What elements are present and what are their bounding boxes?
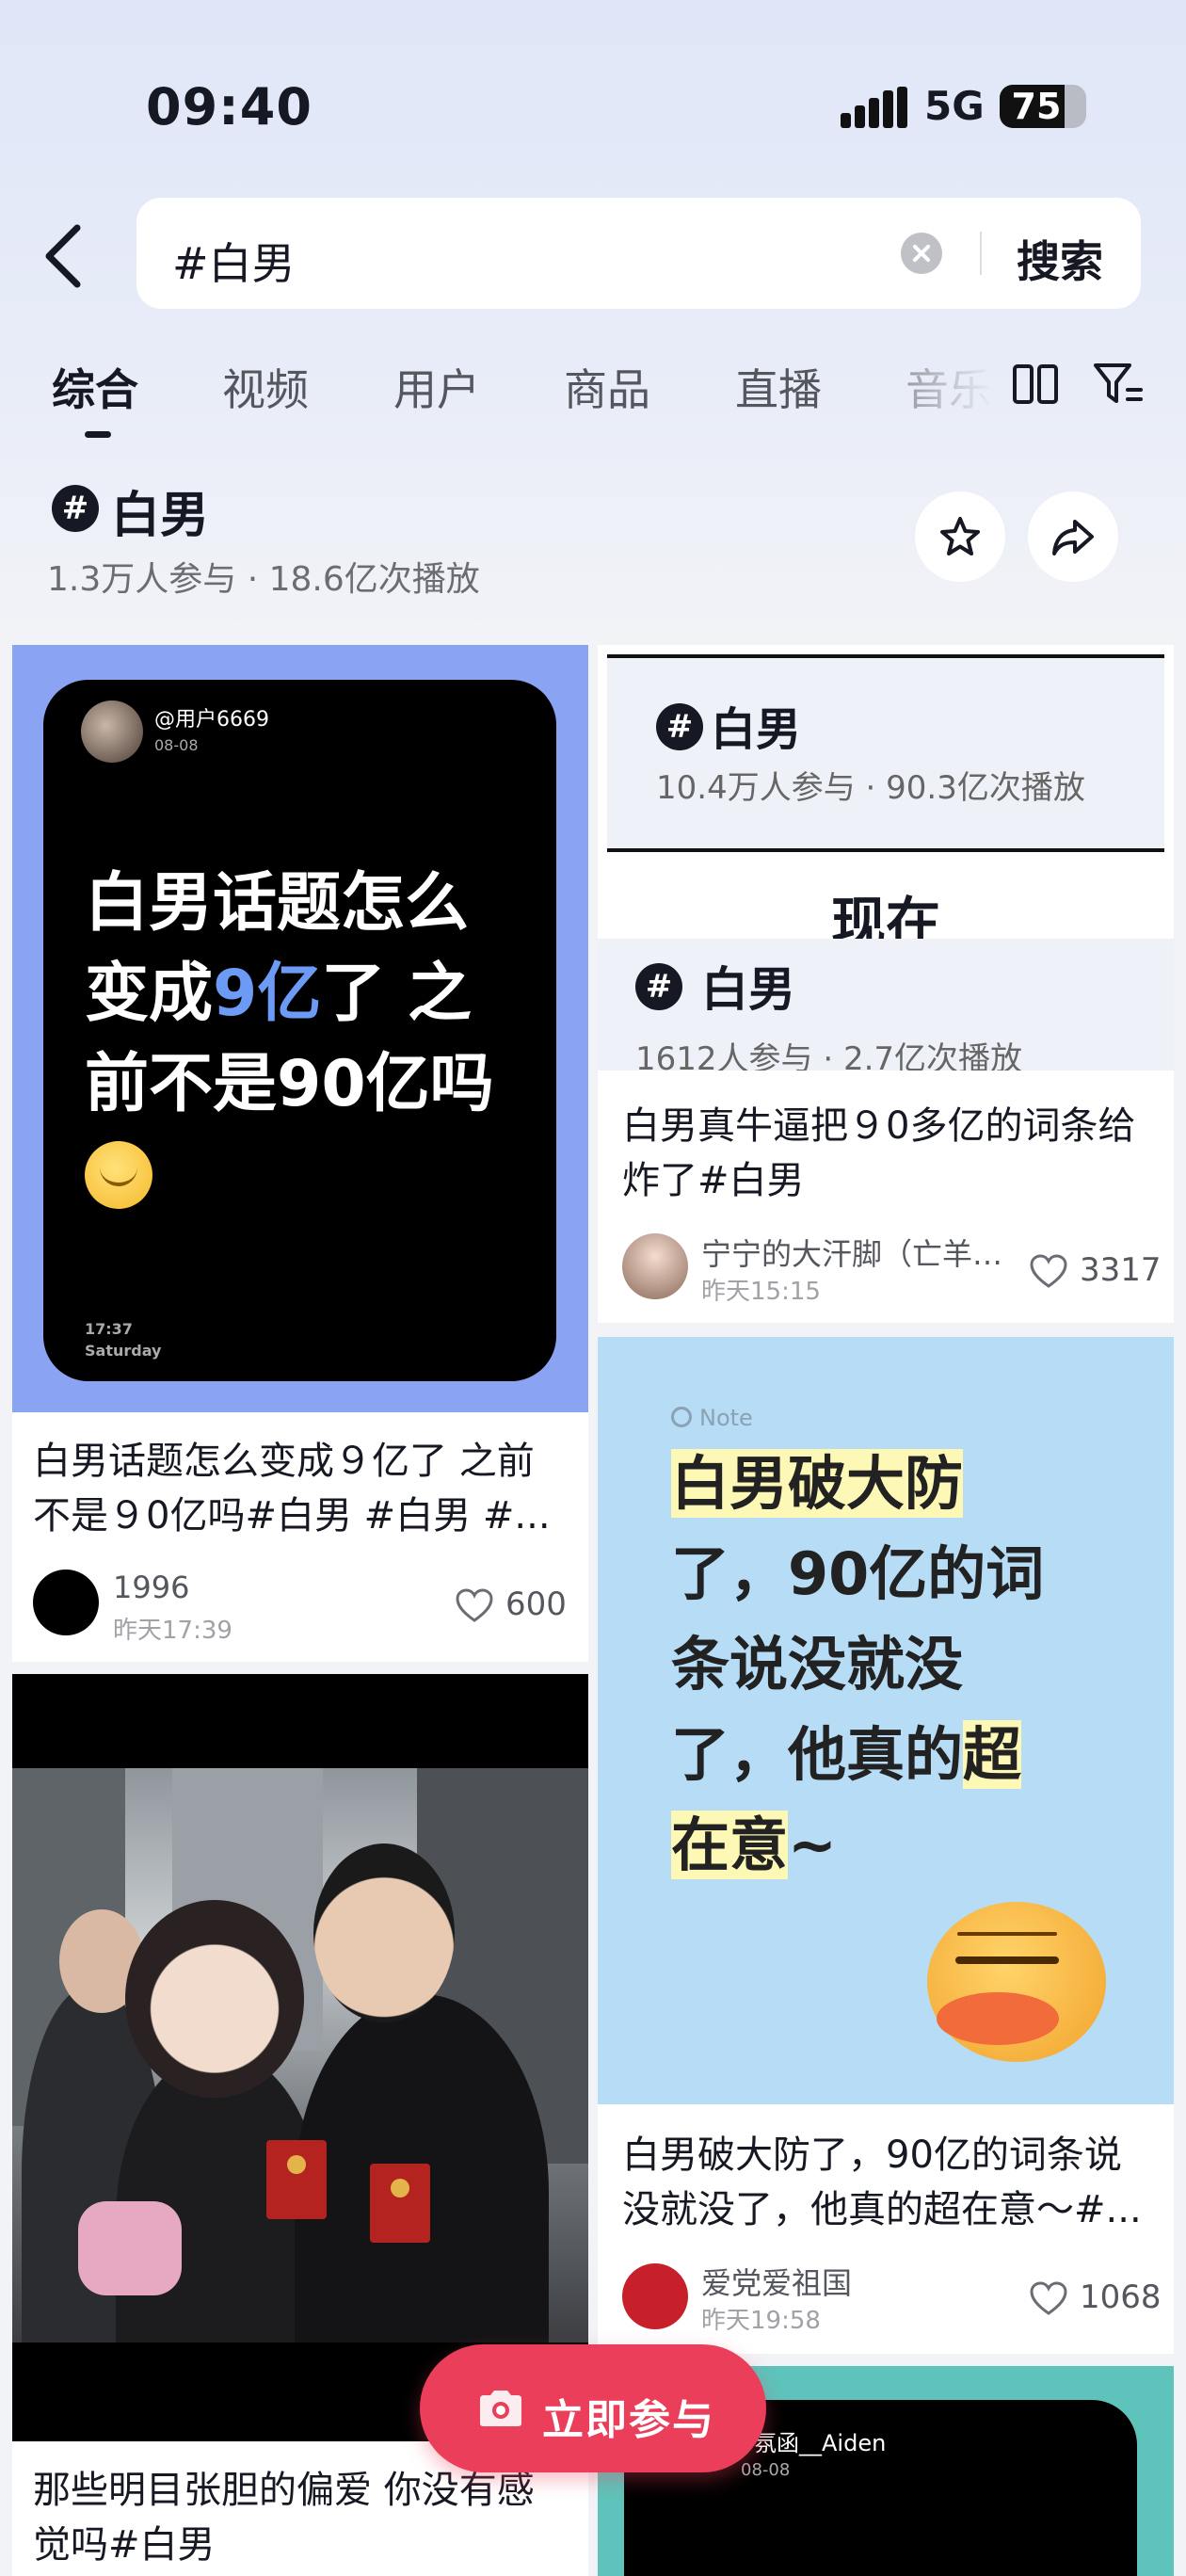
cover-line-2: 了，90亿的词: [671, 1539, 1045, 1608]
cover-clock: 17:37: [85, 1320, 133, 1338]
heart-icon: [1030, 2281, 1067, 2315]
favorite-button[interactable]: [915, 491, 1005, 582]
cover-line-2: 变成9亿了 之: [85, 957, 473, 1031]
feed-card-3[interactable]: Note 白男破大防 了，90亿的词 条说没就没 了，他真的超 在意~ 白男破大…: [598, 1337, 1174, 2354]
status-time: 09:40: [146, 77, 313, 137]
photo-head: [313, 1843, 455, 2022]
active-tab-indicator: [85, 431, 111, 438]
cover-line-4: 了，他真的超: [671, 1720, 1022, 1789]
photo-head: [125, 1900, 304, 2098]
camera-icon: [480, 2391, 521, 2426]
cover-avatar: [81, 700, 143, 763]
cover-line-3: 条说没就没: [671, 1630, 964, 1699]
filter-icon[interactable]: [1092, 360, 1145, 407]
star-icon: [940, 517, 980, 555]
cover-line-1: 白男破大防: [671, 1449, 964, 1518]
feed-card-2[interactable]: # 白男 10.4万人参与 · 90.3亿次播放 现在 # 白男 1612人参与…: [598, 645, 1174, 1323]
tab-goods[interactable]: 商品: [564, 356, 650, 418]
hashtag-icon: #: [52, 485, 99, 532]
cover-date: 08-08: [154, 736, 199, 754]
cover-new-stats: 1612人参与 · 2.7亿次播放: [635, 1040, 1023, 1071]
tab-user[interactable]: 用户: [393, 356, 480, 418]
cover-old-stats: 10.4万人参与 · 90.3亿次播放: [656, 769, 1085, 807]
card-title: 白男真牛逼把９0多亿的词条给炸了#白男: [622, 1104, 1136, 1202]
tab-comprehensive[interactable]: 综合: [52, 356, 138, 418]
topic-stats: 1.3万人参与 · 18.6亿次播放: [47, 560, 480, 599]
photo-handbag: [78, 2201, 182, 2295]
network-type: 5G: [924, 83, 985, 129]
photo-certificate: [266, 2140, 327, 2219]
cover-text: 白男话题怎么 变成9亿了 之 前不是90亿吗: [85, 859, 537, 1130]
layout-icon[interactable]: [1012, 363, 1059, 405]
avatar[interactable]: [33, 1570, 99, 1635]
smile-emoji-icon: [85, 1141, 152, 1209]
cover-new-title: 白男: [701, 962, 795, 1017]
author-name[interactable]: 爱党爱祖国: [701, 2260, 852, 2303]
card-title: 白男话题怎么变成９亿了 之前不是９0亿吗#白男 #白男 #...: [33, 1440, 551, 1538]
cover-date: 08-08: [741, 2460, 791, 2480]
photo-certificate: [370, 2164, 430, 2243]
card-cover: @用户6669 08-08 白男话题怎么 变成9亿了 之 前不是90亿吗 17:…: [12, 645, 588, 1412]
back-icon[interactable]: [38, 218, 94, 294]
hashtag-icon: #: [635, 963, 682, 1010]
post-time: 昨天17:39: [113, 1617, 232, 1645]
hashtag-icon: #: [656, 703, 703, 750]
cover-old-title: 白男: [711, 703, 802, 756]
post-time: 昨天19:58: [701, 2307, 821, 2335]
cover-username: @用户6669: [154, 708, 269, 732]
card-cover: Note 白男破大防 了，90亿的词 条说没就没 了，他真的超 在意~: [598, 1337, 1174, 2104]
cover-text: 白男破大防 了，90亿的词 条说没就没 了，他真的超 在意~: [671, 1439, 1123, 1891]
topic-title: 白男: [111, 488, 210, 544]
cover-new-topic: # 白男 1612人参与 · 2.7亿次播放: [598, 939, 1174, 1071]
cover-line-3: 前不是90亿吗: [85, 1047, 494, 1121]
heart-icon: [456, 1588, 493, 1622]
cover-old-topic: # 白男 10.4万人参与 · 90.3亿次播放: [607, 654, 1164, 852]
search-box[interactable]: #白男 搜索: [136, 198, 1141, 309]
card-title: 白男破大防了，90亿的词条说没就没了，他真的超在意～#...: [622, 2133, 1142, 2231]
cover-line-1: 白男话题怎么: [85, 866, 470, 941]
battery-icon: 75: [1000, 85, 1086, 128]
clear-icon[interactable]: [901, 233, 942, 274]
card-title: 那些明目张胆的偏爱 你没有感觉吗#白男: [33, 2469, 535, 2567]
tab-music[interactable]: 音乐: [906, 356, 992, 418]
battery-level: 75: [1011, 86, 1062, 127]
card-cover: # 白男 10.4万人参与 · 90.3亿次播放 现在 # 白男 1612人参与…: [598, 645, 1174, 1073]
cover-note-label: Note: [671, 1405, 753, 1431]
search-results-page: 09:40 5G 75 #白男 搜索 综合 视频 用户 商品 直播 音乐 # 白…: [0, 0, 1186, 2576]
cover-line-5: 在意~: [671, 1811, 837, 1879]
tab-live[interactable]: 直播: [735, 356, 822, 418]
signal-icon: [841, 87, 907, 128]
search-button[interactable]: 搜索: [1017, 228, 1103, 290]
avatar[interactable]: [622, 1233, 688, 1299]
divider: [980, 232, 982, 275]
author-name[interactable]: 1996: [113, 1570, 189, 1605]
feed-card-1[interactable]: @用户6669 08-08 白男话题怎么 变成9亿了 之 前不是90亿吗 17:…: [12, 645, 588, 1662]
join-button[interactable]: 立即参与: [420, 2344, 766, 2472]
author-name[interactable]: 宁宁的大汗脚（亡羊…: [701, 1231, 1012, 1274]
card-cover: [12, 1674, 588, 2441]
join-button-label: 立即参与: [542, 2396, 715, 2444]
cover-photo: [12, 1768, 588, 2343]
heart-icon: [1030, 1254, 1067, 1288]
cover-day: Saturday: [85, 1342, 162, 1360]
battery-cap: [1081, 100, 1086, 113]
cover-phone-screenshot: @用户6669 08-08 白男话题怎么 变成9亿了 之 前不是90亿吗 17:…: [43, 680, 556, 1381]
duck-emoji-icon: [927, 1902, 1106, 2062]
share-button[interactable]: [1028, 491, 1118, 582]
avatar[interactable]: [622, 2263, 688, 2329]
share-icon: [1052, 520, 1094, 555]
search-input[interactable]: #白男: [172, 230, 296, 292]
post-time: 昨天15:15: [701, 1278, 821, 1306]
cover-username: 氛函__Aiden: [754, 2430, 887, 2456]
tab-video[interactable]: 视频: [222, 356, 309, 418]
